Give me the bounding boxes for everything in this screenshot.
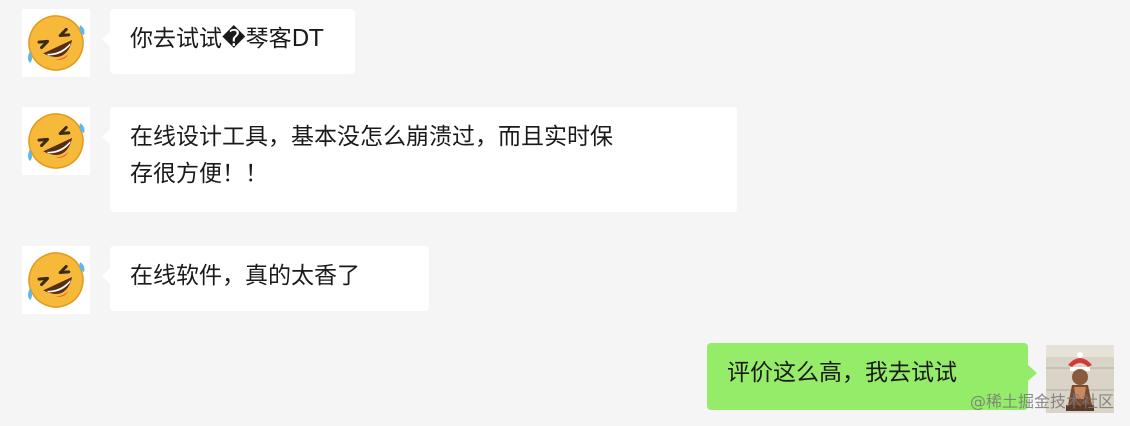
sender-avatar[interactable] xyxy=(22,107,90,175)
sender-avatar[interactable] xyxy=(22,246,90,314)
message-bubble[interactable]: 在线软件，真的太香了 xyxy=(102,246,429,311)
message-text: 评价这么高，我去试试 xyxy=(727,360,957,386)
message-bubble[interactable]: 在线设计工具，基本没怎么崩溃过，而且实时保 存很方便！！ xyxy=(102,107,737,212)
message-text-line: 存很方便！！ xyxy=(130,161,268,187)
rolling-on-floor-laughing-icon xyxy=(28,113,85,169)
sender-avatar[interactable] xyxy=(22,9,90,77)
watermark: @稀土掘金技术社区 xyxy=(969,392,1114,411)
rolling-on-floor-laughing-icon xyxy=(28,15,85,71)
message-bubble[interactable]: 你去试试�琴客DT xyxy=(102,9,355,74)
chat-window: 你去试试�琴客DT 在线设计工具，基本没怎么崩溃过，而且实时保 存很方便！！ 在… xyxy=(0,0,1130,426)
rolling-on-floor-laughing-icon xyxy=(28,252,85,308)
message-text: 你去试试�琴客DT xyxy=(130,26,324,52)
message-text: 在线软件，真的太香了 xyxy=(130,263,360,289)
message-text-line: 在线设计工具，基本没怎么崩溃过，而且实时保 xyxy=(130,124,613,150)
